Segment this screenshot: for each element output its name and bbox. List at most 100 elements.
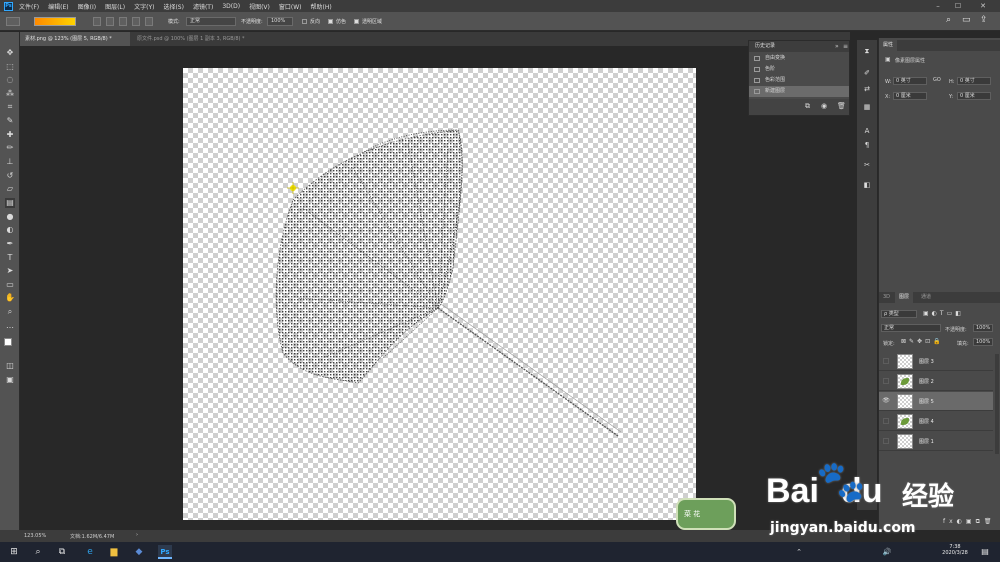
workspace-icon[interactable]: ▭: [962, 15, 971, 25]
shape-tool-icon[interactable]: ▭: [5, 280, 15, 290]
move-tool-icon[interactable]: ✥: [5, 48, 15, 58]
pen-tool-icon[interactable]: ✒: [5, 239, 15, 249]
radial-gradient-icon[interactable]: [106, 17, 114, 26]
type-tool-icon[interactable]: T: [5, 253, 15, 263]
properties-icon[interactable]: ◧: [862, 180, 872, 190]
history-item[interactable]: 色阶: [749, 64, 849, 75]
brush-tool-icon[interactable]: ✏: [5, 143, 15, 153]
layers-scrollbar[interactable]: [995, 354, 999, 454]
layer-row[interactable]: 图层 4: [879, 412, 993, 431]
app-icon[interactable]: ◆: [132, 545, 146, 559]
blur-tool-icon[interactable]: ●: [5, 212, 15, 222]
height-field[interactable]: 0 英寸: [957, 77, 991, 85]
gradient-tool-preset-icon[interactable]: [6, 17, 20, 26]
windows-start-icon[interactable]: ⊞: [7, 545, 21, 559]
stamp-tool-icon[interactable]: ⊥: [5, 157, 15, 167]
dither-checkbox[interactable]: [328, 19, 333, 24]
trash-icon[interactable]: 🗑: [837, 102, 846, 110]
adjust-icon[interactable]: ⇄: [862, 84, 872, 94]
layer-row-selected[interactable]: 👁 图层 5: [879, 392, 993, 411]
eyedropper-tool-icon[interactable]: ✎: [5, 116, 15, 126]
eye-icon[interactable]: 👁: [882, 398, 890, 404]
y-field[interactable]: 0 厘米: [957, 92, 991, 100]
photoshop-taskbar-icon[interactable]: Ps: [158, 545, 172, 559]
menu-select[interactable]: 选择(S): [163, 2, 184, 11]
tray-icons[interactable]: ⌃: [792, 545, 806, 559]
layer-opacity-input[interactable]: 100%: [973, 324, 993, 332]
menu-edit[interactable]: 编辑(E): [48, 2, 68, 11]
dodge-tool-icon[interactable]: ◐: [5, 225, 15, 235]
document-canvas[interactable]: [183, 68, 696, 520]
menu-filter[interactable]: 滤镜(T): [193, 2, 213, 11]
angle-gradient-icon[interactable]: [119, 17, 127, 26]
screen-mode-icon[interactable]: ▣: [5, 375, 15, 385]
clock[interactable]: 7:38 2020/3/28: [940, 544, 970, 556]
x-field[interactable]: 0 厘米: [893, 92, 927, 100]
maximize-icon[interactable]: ☐: [950, 0, 966, 12]
menu-type[interactable]: 文字(Y): [134, 2, 154, 11]
status-arrow-icon[interactable]: ›: [136, 532, 138, 538]
tab-3d[interactable]: 3D: [879, 292, 894, 303]
layer-row[interactable]: 图层 1: [879, 432, 993, 451]
tab-document-2[interactable]: 原文件.psd @ 100% (图层 1 副本 3, RGB/8) *: [132, 32, 272, 46]
swatches-icon[interactable]: ▦: [862, 102, 872, 112]
layer-filter-select[interactable]: ρ 类型: [881, 310, 917, 318]
quick-mask-icon[interactable]: ◫: [5, 361, 15, 371]
width-field[interactable]: 0 英寸: [893, 77, 927, 85]
collapse-icon[interactable]: »: [835, 43, 839, 50]
linear-gradient-icon[interactable]: [93, 17, 101, 26]
panel-menu-icon[interactable]: ≡: [843, 43, 848, 50]
history-brush-icon[interactable]: ↺: [5, 171, 15, 181]
menu-window[interactable]: 窗口(W): [279, 2, 302, 11]
lock-icons[interactable]: ⊠✎✥⊡🔒: [901, 338, 944, 345]
visibility-toggle[interactable]: [883, 358, 889, 364]
foreground-color-swatch[interactable]: [4, 338, 12, 346]
history-item[interactable]: 自由变换: [749, 53, 849, 64]
transparency-checkbox[interactable]: [354, 19, 359, 24]
menu-3d[interactable]: 3D(D): [222, 3, 240, 10]
opacity-input[interactable]: 100%: [267, 17, 293, 26]
eraser-tool-icon[interactable]: ▱: [5, 184, 15, 194]
layer-row[interactable]: 图层 3: [879, 352, 993, 371]
gradient-tool-icon[interactable]: ▤: [5, 198, 15, 208]
file-explorer-icon[interactable]: ▆: [107, 545, 121, 559]
search-icon[interactable]: ⌕: [946, 15, 951, 25]
brush-settings-icon[interactable]: ✐: [862, 68, 872, 78]
edge-browser-icon[interactable]: e: [83, 545, 97, 559]
blend-mode-select[interactable]: 正常: [881, 324, 941, 332]
tab-layers[interactable]: 图层: [895, 292, 914, 303]
visibility-toggle[interactable]: [883, 438, 889, 444]
hand-tool-icon[interactable]: ✋: [5, 293, 15, 303]
notifications-icon[interactable]: ▤: [978, 545, 992, 559]
crop-tool-icon[interactable]: ⌗: [5, 102, 15, 112]
share-icon[interactable]: ⇪: [980, 15, 988, 25]
history-item-selected[interactable]: 新建图层: [749, 86, 849, 97]
minimize-icon[interactable]: –: [930, 0, 946, 12]
mode-select[interactable]: 正常: [186, 17, 236, 26]
visibility-toggle[interactable]: [883, 418, 889, 424]
volume-icon[interactable]: 🔊: [880, 545, 894, 559]
menu-view[interactable]: 视图(V): [249, 2, 270, 11]
paragraph-icon[interactable]: ¶: [862, 140, 872, 150]
snapshot-icon[interactable]: ◉: [821, 102, 827, 110]
fill-input[interactable]: 100%: [973, 338, 993, 346]
gradient-swatch[interactable]: [34, 17, 76, 26]
zoom-tool-icon[interactable]: ⌕: [5, 307, 15, 317]
tab-document-1[interactable]: 素材.png @ 123% (图层 5, RGB/8) *: [20, 32, 130, 46]
link-dimensions-icon[interactable]: GO: [933, 77, 941, 83]
menu-image[interactable]: 图像(I): [78, 2, 96, 11]
zoom-level[interactable]: 123.05%: [24, 533, 46, 539]
marquee-tool-icon[interactable]: ⬚: [5, 62, 15, 72]
menu-help[interactable]: 帮助(H): [311, 2, 332, 11]
visibility-toggle[interactable]: [883, 378, 889, 384]
diamond-gradient-icon[interactable]: [145, 17, 153, 26]
character-icon[interactable]: A: [862, 126, 872, 136]
tab-properties[interactable]: 属性: [879, 40, 898, 51]
layer-row[interactable]: 图层 2: [879, 372, 993, 391]
search-icon[interactable]: ⌕: [31, 545, 45, 559]
magic-wand-tool-icon[interactable]: ⁂: [5, 89, 15, 99]
task-view-icon[interactable]: ⧉: [55, 545, 69, 559]
reverse-checkbox[interactable]: [302, 19, 307, 24]
more-tools-icon[interactable]: …: [5, 321, 15, 331]
layer-filter-icons[interactable]: ▣◐T▭◧: [923, 310, 964, 317]
